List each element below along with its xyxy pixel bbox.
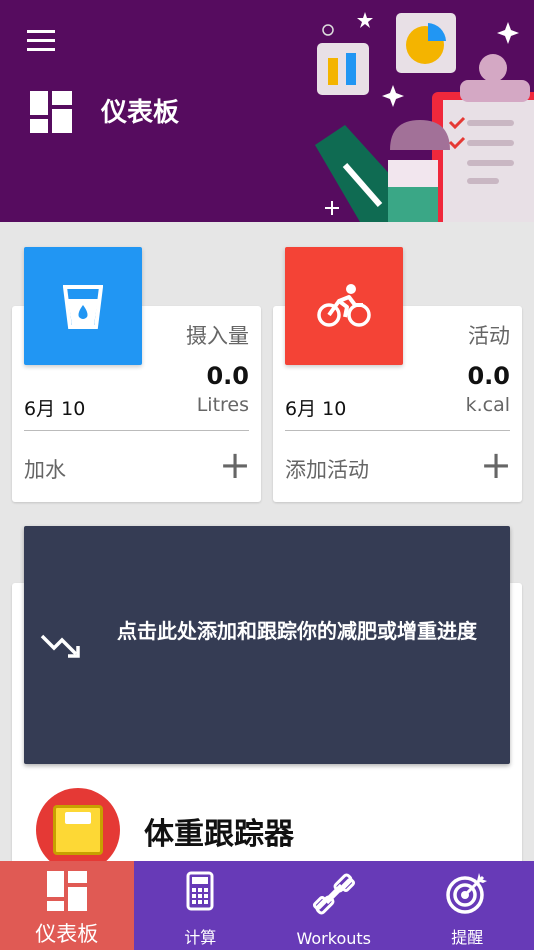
dashboard-icon (30, 91, 72, 133)
activity-value: 0.0 (467, 362, 510, 390)
add-water-label[interactable]: 加水 (24, 454, 66, 484)
nav-label: Workouts (296, 929, 371, 948)
nav-calculate[interactable]: 计算 (134, 861, 268, 950)
hamburger-icon[interactable] (27, 30, 55, 52)
dashboard-icon (46, 871, 87, 911)
banner-text: 点击此处添加和跟踪你的减肥或增重进度 (117, 619, 477, 643)
trend-down-icon (40, 634, 80, 658)
intake-unit: Litres (196, 394, 249, 416)
page-title: 仪表板 (101, 98, 180, 128)
weight-tracker-title: 体重跟踪器 (144, 817, 294, 852)
add-activity-label[interactable]: 添加活动 (285, 454, 369, 484)
cyclist-icon (317, 284, 371, 327)
nav-label: 提醒 (451, 928, 484, 947)
add-water-button[interactable]: + (219, 446, 251, 484)
nav-dashboard[interactable]: 仪表板 (0, 861, 134, 950)
nav-label: 仪表板 (35, 922, 99, 946)
bottom-nav: 仪表板 计算 Workouts 提醒 (0, 861, 534, 950)
dumbbell-icon (312, 873, 355, 915)
divider (285, 430, 510, 431)
nav-label: 计算 (184, 928, 217, 947)
nav-workouts[interactable]: Workouts (267, 861, 401, 950)
intake-label: 摄入量 (186, 324, 249, 348)
calculator-icon (186, 871, 214, 911)
scale-icon (36, 788, 120, 872)
water-glass-icon (63, 285, 103, 329)
add-weight-banner[interactable]: 点击此处添加和跟踪你的减肥或增重进度 (24, 526, 510, 764)
add-activity-button[interactable]: + (480, 446, 512, 484)
header: 仪表板 (0, 0, 534, 222)
nav-reminders[interactable]: 提醒 (401, 861, 534, 950)
header-illustration (315, 12, 534, 222)
intake-value: 0.0 (206, 362, 249, 390)
activity-date: 6月 10 (285, 398, 347, 420)
water-tile (24, 247, 142, 365)
divider (24, 430, 249, 431)
activity-tile (285, 247, 403, 365)
intake-date: 6月 10 (24, 398, 86, 420)
target-icon (446, 873, 488, 914)
activity-unit: k.cal (465, 394, 510, 416)
activity-label: 活动 (468, 324, 510, 348)
